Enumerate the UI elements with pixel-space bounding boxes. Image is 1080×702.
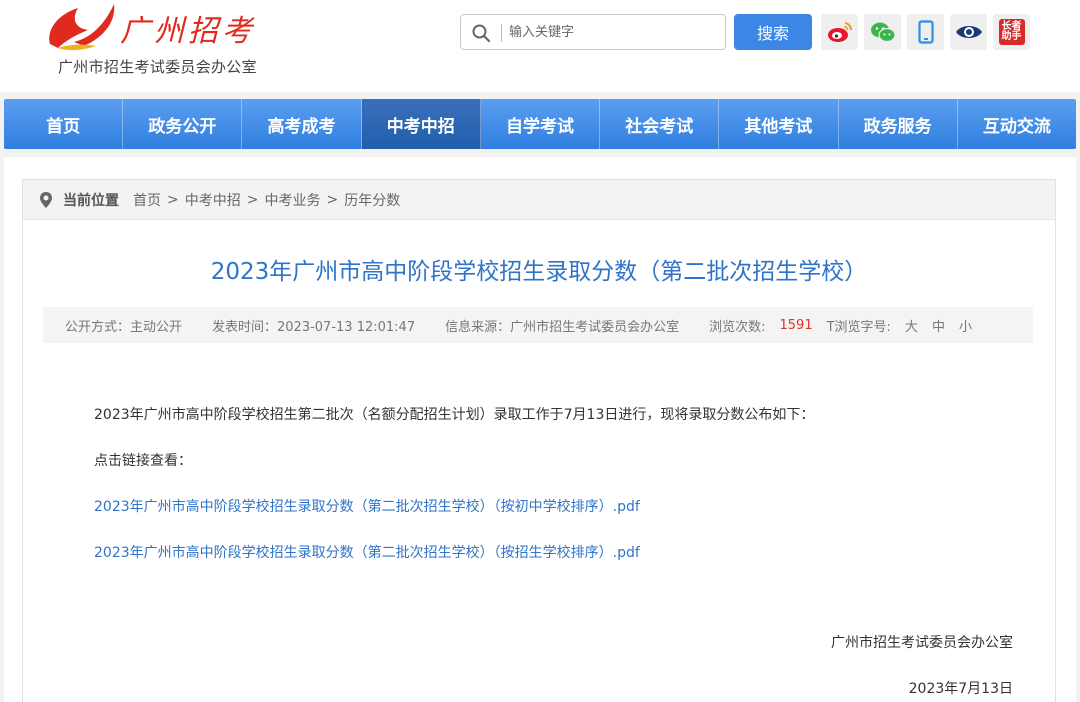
- article-click-hint: 点击链接查看：: [94, 453, 192, 469]
- breadcrumb-item-historical-scores[interactable]: 历年分数: [344, 190, 400, 210]
- breadcrumb-item-zhongkao-business[interactable]: 中考业务: [264, 190, 320, 210]
- breadcrumb-separator: >: [326, 191, 339, 208]
- breadcrumb-separator: >: [246, 191, 259, 208]
- font-size-small-button[interactable]: 小: [959, 316, 972, 335]
- pdf-link-by-middle-school[interactable]: 2023年广州市高中阶段学校招生录取分数（第二批次招生学校）（按初中学校排序）.…: [94, 499, 640, 515]
- mobile-icon[interactable]: [907, 14, 944, 50]
- nav-item-government-affairs[interactable]: 政务公开: [123, 99, 243, 149]
- nav-item-interaction[interactable]: 互动交流: [958, 99, 1076, 149]
- header-icons: 长者助手: [821, 14, 1030, 50]
- meta-source: 信息来源：广州市招生考试委员会办公室: [445, 319, 680, 335]
- breadcrumb-label: 当前位置: [63, 192, 119, 209]
- location-pin-icon: [40, 191, 52, 208]
- font-size-medium-button[interactable]: 中: [932, 316, 945, 335]
- article-panel: 当前位置 首页 > 中考中招 > 中考业务 > 历年分数 2023年广州市高中阶…: [22, 179, 1056, 702]
- weibo-icon[interactable]: [821, 14, 858, 50]
- accessibility-eye-icon[interactable]: [950, 14, 987, 50]
- article-date: 2023年7月13日: [908, 681, 1013, 697]
- nav-item-other-exams[interactable]: 其他考试: [719, 99, 839, 149]
- content-area: 当前位置 首页 > 中考中招 > 中考业务 > 历年分数 2023年广州市高中阶…: [4, 157, 1076, 702]
- site-logo[interactable]: 广州招考 广州市招生考试委员会办公室: [44, 0, 284, 90]
- font-size-large-button[interactable]: 大: [905, 316, 918, 335]
- nav-item-gaokao[interactable]: 高考成考: [242, 99, 362, 149]
- nav-item-self-study-exam[interactable]: 自学考试: [481, 99, 601, 149]
- nav-item-zhongkao[interactable]: 中考中招: [361, 99, 481, 149]
- article-intro: 2023年广州市高中阶段学校招生第二批次（名额分配招生计划）录取工作于7月13日…: [94, 407, 815, 423]
- nav-item-home[interactable]: 首页: [4, 99, 124, 149]
- nav-item-social-exam[interactable]: 社会考试: [600, 99, 720, 149]
- main-nav: 首页 政务公开 高考成考 中考中招 自学考试 社会考试 其他考试 政务服务 互动…: [4, 99, 1076, 149]
- search-icon: [472, 24, 491, 43]
- meta-views-count: 1591: [779, 317, 813, 333]
- article-title: 2023年广州市高中阶段学校招生录取分数（第二批次招生学校）: [210, 259, 868, 285]
- meta-views-label: 浏览次数:: [709, 319, 766, 335]
- meta-disclosure: 公开方式：主动公开: [65, 319, 183, 335]
- search-box: [460, 14, 726, 50]
- wechat-icon[interactable]: [864, 14, 901, 50]
- breadcrumb-item-home[interactable]: 首页: [133, 190, 161, 210]
- search-button[interactable]: 搜索: [734, 14, 812, 50]
- header: 广州招考 广州市招生考试委员会办公室 搜索: [0, 0, 1080, 92]
- breadcrumb: 当前位置 首页 > 中考中招 > 中考业务 > 历年分数: [23, 180, 1055, 220]
- elder-assistant-button[interactable]: 长者助手: [993, 14, 1030, 50]
- meta-font-size-label: T浏览字号:: [826, 319, 891, 335]
- elder-assistant-label: 长者助手: [998, 19, 1025, 45]
- pdf-link-by-enrolling-school[interactable]: 2023年广州市高中阶段学校招生录取分数（第二批次招生学校）（按招生学校排序）.…: [94, 545, 640, 561]
- site-subtitle: 广州市招生考试委员会办公室: [58, 58, 257, 76]
- logo-wordmark: 广州招考: [120, 14, 256, 49]
- nav-item-government-services[interactable]: 政务服务: [839, 99, 958, 149]
- search-divider: [501, 24, 502, 42]
- search-input[interactable]: [509, 17, 719, 47]
- breadcrumb-item-zhongkao[interactable]: 中考中招: [185, 190, 241, 210]
- breadcrumb-separator: >: [167, 191, 179, 208]
- meta-publish-time: 发表时间：2023-07-13 12:01:47: [212, 319, 416, 335]
- article-meta: 公开方式：主动公开 发表时间：2023-07-13 12:01:47 信息来源：…: [43, 307, 1033, 343]
- article-signature: 广州市招生考试委员会办公室: [831, 635, 1013, 651]
